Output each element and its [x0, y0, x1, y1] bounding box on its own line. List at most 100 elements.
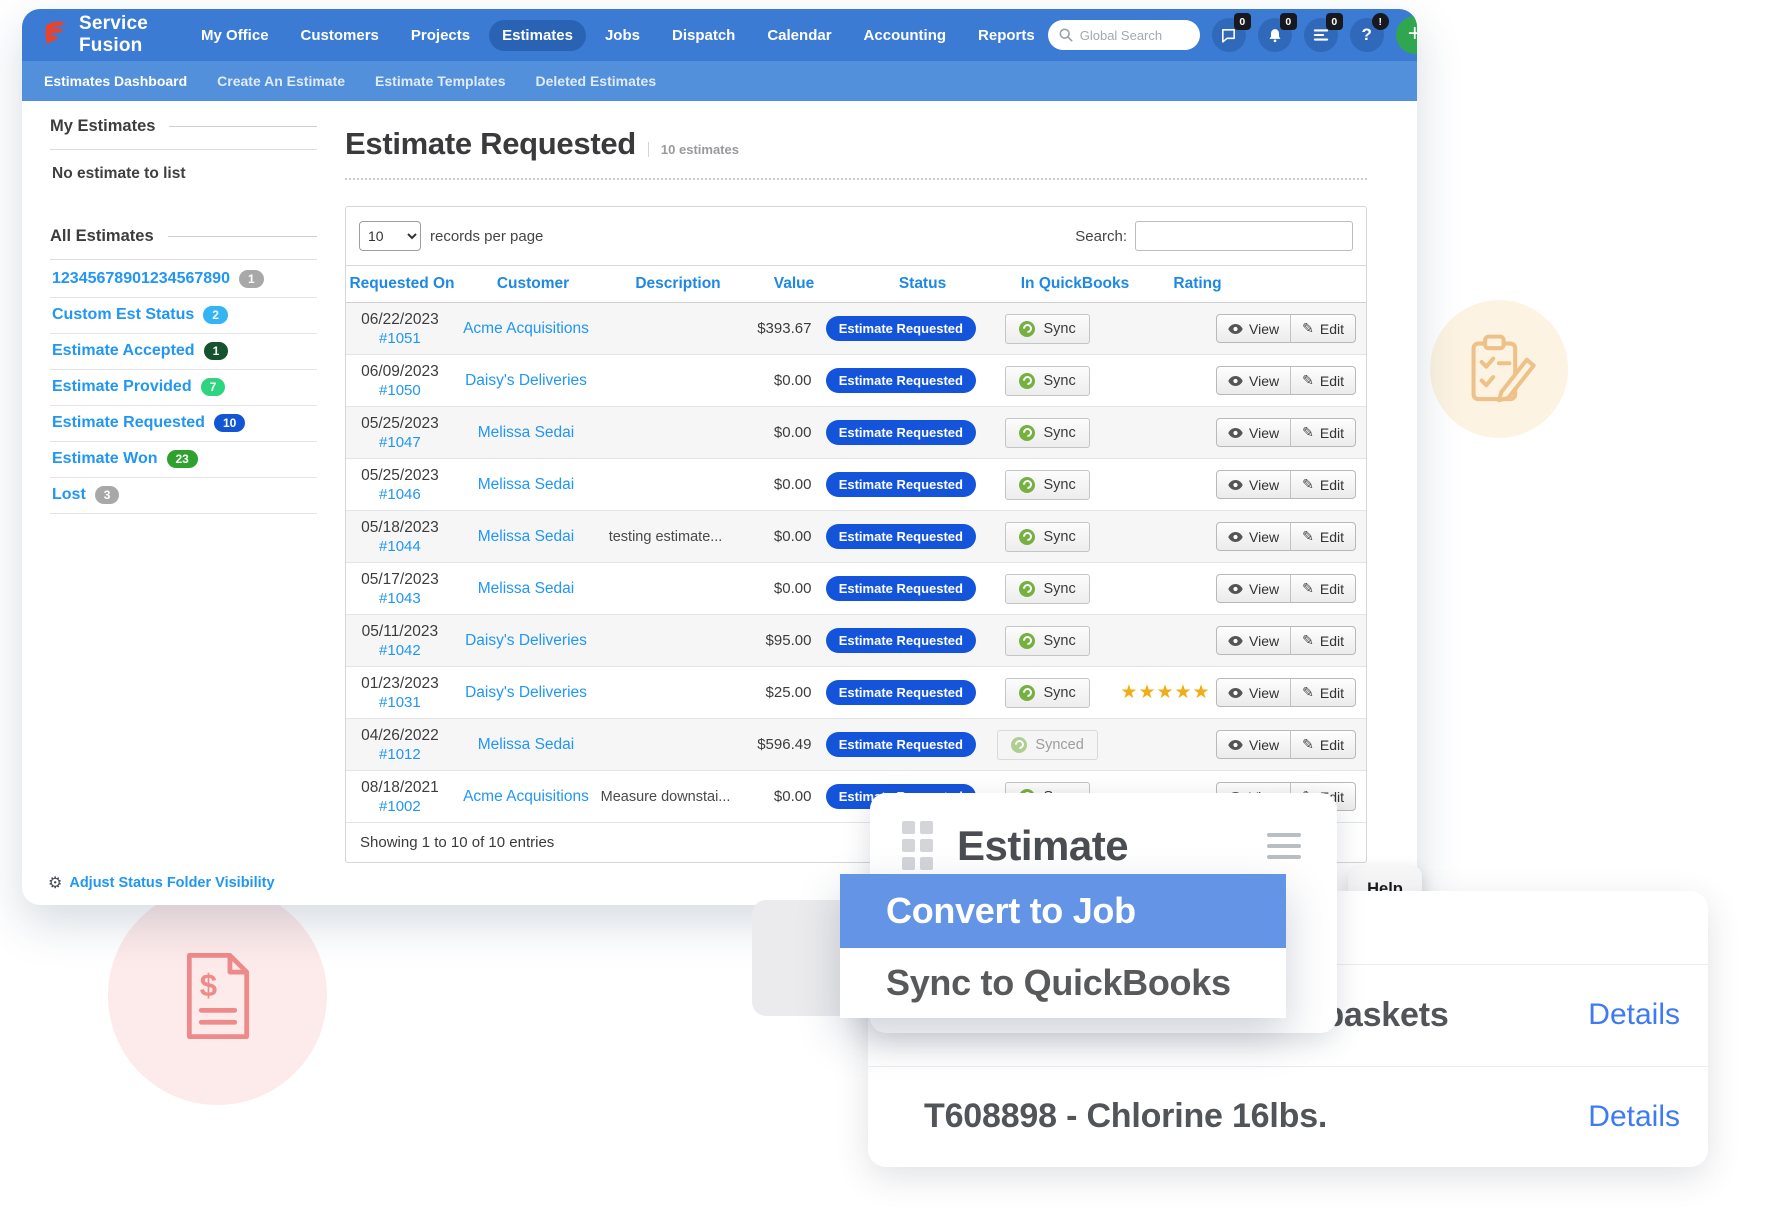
nav-item[interactable]: Dispatch	[659, 20, 748, 51]
table-search-input[interactable]	[1135, 221, 1353, 251]
column-header[interactable]: Status	[840, 275, 1005, 293]
customer-link[interactable]: Daisy's Deliveries	[465, 632, 587, 649]
customer-link[interactable]: Acme Acquisitions	[463, 788, 589, 805]
view-button[interactable]: View	[1217, 367, 1290, 394]
customer-link[interactable]: Daisy's Deliveries	[465, 372, 587, 389]
subnav-item[interactable]: Estimate Templates	[375, 73, 505, 89]
edit-button[interactable]: ✎ Edit	[1290, 471, 1355, 498]
quickbooks-sync-button[interactable]: Sync	[1005, 365, 1090, 396]
view-button[interactable]: View	[1217, 471, 1290, 498]
column-header[interactable]: In QuickBooks	[1005, 275, 1145, 293]
estimate-number-link[interactable]: #1051	[346, 330, 454, 347]
subnav-item[interactable]: Estimates Dashboard	[44, 73, 187, 89]
customer-link[interactable]: Melissa Sedai	[478, 424, 575, 441]
table-row: 05/17/2023 #1043 Melissa Sedai $0.00 Est…	[346, 563, 1366, 615]
pencil-icon: ✎	[1302, 476, 1314, 492]
edit-button[interactable]: ✎ Edit	[1290, 627, 1355, 654]
task-details-link[interactable]: Details	[1588, 998, 1680, 1032]
edit-button[interactable]: ✎ Edit	[1290, 679, 1355, 706]
edit-button[interactable]: ✎ Edit	[1290, 731, 1355, 758]
global-search[interactable]	[1047, 20, 1200, 50]
add-button[interactable]: +	[1395, 16, 1417, 54]
nav-item[interactable]: Accounting	[851, 20, 960, 51]
task-details-link[interactable]: Details	[1588, 1100, 1680, 1134]
quickbooks-sync-button[interactable]: Synced	[997, 729, 1098, 760]
status-folder-item[interactable]: Estimate Provided 7	[50, 370, 317, 406]
quickbooks-sync-button[interactable]: Sync	[1005, 313, 1090, 344]
top-nav-right: 0 0 0 ? ! +	[1047, 13, 1417, 54]
estimate-number-link[interactable]: #1044	[346, 538, 454, 555]
quickbooks-sync-button[interactable]: Sync	[1005, 625, 1090, 656]
status-folder-item[interactable]: Estimate Accepted 1	[50, 334, 317, 370]
view-button[interactable]: View	[1217, 419, 1290, 446]
estimate-number-link[interactable]: #1031	[346, 694, 454, 711]
requested-on-date: 01/23/2023	[361, 674, 439, 692]
status-folder-item[interactable]: Custom Est Status 2	[50, 298, 317, 334]
view-button[interactable]: View	[1217, 627, 1290, 654]
context-menu-item[interactable]: Convert to Job	[840, 874, 1286, 948]
estimate-number-link[interactable]: #1043	[346, 590, 454, 607]
service-fusion-logo[interactable]: Service Fusion	[40, 13, 148, 57]
column-header[interactable]: Requested On	[346, 275, 458, 293]
estimate-number-link[interactable]: #1047	[346, 434, 454, 451]
status-badge: Estimate Requested	[825, 420, 976, 445]
view-button[interactable]: View	[1217, 679, 1290, 706]
adjust-status-folder-visibility-link[interactable]: ⚙ Adjust Status Folder Visibility	[48, 873, 275, 893]
estimate-count: 10 estimates	[647, 142, 739, 157]
status-folder-item[interactable]: Estimate Requested 10	[50, 406, 317, 442]
eye-icon	[1228, 739, 1243, 750]
nav-item[interactable]: Estimates	[489, 19, 586, 51]
table-row: 01/23/2023 #1031 Daisy's Deliveries $25.…	[346, 667, 1366, 719]
quickbooks-sync-button[interactable]: Sync	[1005, 521, 1090, 552]
nav-item[interactable]: Projects	[398, 20, 483, 51]
edit-button[interactable]: ✎ Edit	[1290, 575, 1355, 602]
context-menu-item[interactable]: Sync to QuickBooks	[840, 948, 1286, 1018]
nav-item[interactable]: Jobs	[592, 20, 653, 51]
column-header[interactable]: Value	[748, 275, 840, 293]
view-button[interactable]: View	[1217, 315, 1290, 342]
quickbooks-sync-button[interactable]: Sync	[1005, 573, 1090, 604]
nav-item[interactable]: Customers	[288, 20, 392, 51]
estimate-number-link[interactable]: #1042	[346, 642, 454, 659]
records-per-page-select[interactable]: 10	[359, 221, 421, 251]
edit-button[interactable]: ✎ Edit	[1290, 523, 1355, 550]
nav-item[interactable]: Reports	[965, 20, 1048, 51]
estimates-table: 10 records per page Search: Requested On…	[345, 206, 1367, 863]
subnav-item[interactable]: Deleted Estimates	[536, 73, 657, 89]
customer-link[interactable]: Acme Acquisitions	[463, 320, 589, 337]
view-button[interactable]: View	[1217, 575, 1290, 602]
edit-button[interactable]: ✎ Edit	[1290, 419, 1355, 446]
estimate-number-link[interactable]: #1046	[346, 486, 454, 503]
value-text: $95.00	[765, 632, 812, 649]
view-button[interactable]: View	[1217, 731, 1290, 758]
customer-link[interactable]: Daisy's Deliveries	[465, 684, 587, 701]
nav-item[interactable]: Calendar	[754, 20, 844, 51]
status-folder-item[interactable]: Estimate Won 23	[50, 442, 317, 478]
column-header[interactable]: Description	[608, 275, 748, 293]
view-button[interactable]: View	[1217, 523, 1290, 550]
global-search-input[interactable]	[1079, 27, 1189, 43]
customer-link[interactable]: Melissa Sedai	[478, 736, 575, 753]
customer-link[interactable]: Melissa Sedai	[478, 476, 575, 493]
value-text: $0.00	[773, 788, 812, 805]
edit-button[interactable]: ✎ Edit	[1290, 367, 1355, 394]
status-folder-item[interactable]: Lost 3	[50, 478, 317, 514]
column-header[interactable]: Rating	[1145, 275, 1250, 293]
brand-name: Service Fusion	[79, 13, 149, 56]
drag-handle-icon[interactable]	[902, 821, 933, 870]
hamburger-menu-icon[interactable]	[1267, 832, 1301, 859]
subnav-item[interactable]: Create An Estimate	[217, 73, 345, 89]
quickbooks-sync-button[interactable]: Sync	[1005, 677, 1090, 708]
status-folder-item[interactable]: 12345678901234567890 1	[50, 262, 317, 298]
table-row: 05/25/2023 #1046 Melissa Sedai $0.00 Est…	[346, 459, 1366, 511]
customer-link[interactable]: Melissa Sedai	[478, 580, 575, 597]
nav-item[interactable]: My Office	[188, 20, 282, 51]
quickbooks-sync-button[interactable]: Sync	[1005, 417, 1090, 448]
estimate-number-link[interactable]: #1002	[346, 798, 454, 815]
column-header[interactable]: Customer	[458, 275, 608, 293]
edit-button[interactable]: ✎ Edit	[1290, 315, 1355, 342]
estimate-number-link[interactable]: #1012	[346, 746, 454, 763]
estimate-number-link[interactable]: #1050	[346, 382, 454, 399]
quickbooks-sync-button[interactable]: Sync	[1005, 469, 1090, 500]
customer-link[interactable]: Melissa Sedai	[478, 528, 575, 545]
